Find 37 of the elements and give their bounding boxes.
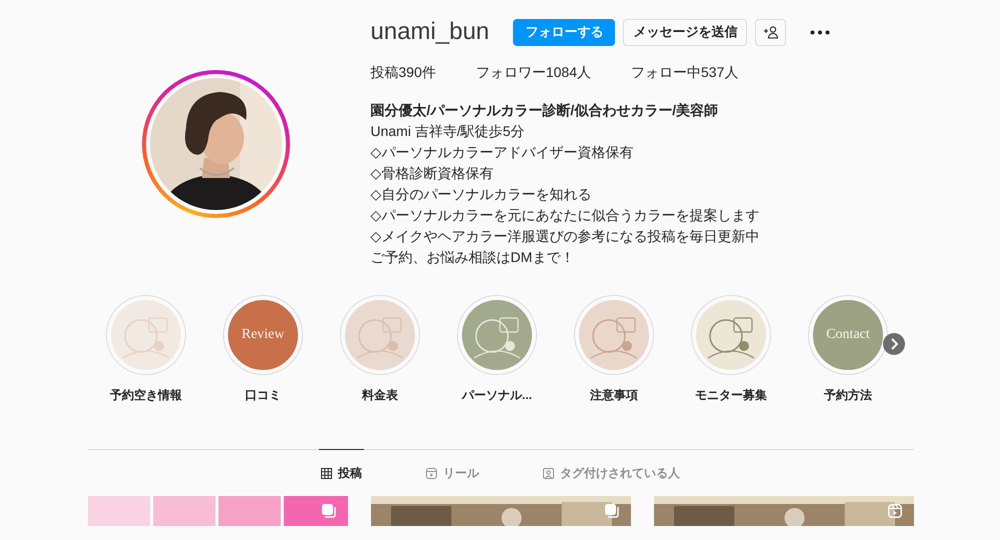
message-button[interactable]: メッセージを送信 <box>623 18 748 46</box>
tag-person-icon <box>543 468 554 478</box>
highlight-label[interactable]: 口コミ <box>245 387 281 404</box>
highlight-cover[interactable] <box>341 296 419 374</box>
multiple-posts-icon <box>322 504 336 518</box>
highlight-label[interactable]: パーソナル... <box>462 387 532 404</box>
username: unami_bun <box>370 18 490 46</box>
highlight-label[interactable]: モニター募集 <box>695 387 767 404</box>
bio-line: ご予約、お悩み相談はDMまで！ <box>370 248 576 267</box>
highlight-label[interactable]: 料金表 <box>362 387 398 404</box>
bio-line: ◇骨格診断資格保有 <box>370 164 494 183</box>
more-icon[interactable] <box>810 30 830 34</box>
reel-icon <box>888 504 902 518</box>
stat-count: 投稿390件 <box>370 64 436 82</box>
highlight-label[interactable]: 注意事項 <box>590 387 638 404</box>
bio-line: ◇自分のパーソナルカラーを知れる <box>370 185 592 204</box>
chevron-right-icon <box>890 338 898 350</box>
stat-count[interactable]: フォロー中537人 <box>631 64 738 82</box>
bio-line: Unami 吉祥寺/駅徒歩5分 <box>370 122 526 141</box>
full-name: 園分優太/パーソナルカラー診断/似合わせカラー/美容師 <box>370 101 720 120</box>
highlight-cover[interactable] <box>458 296 536 374</box>
add-person-icon <box>762 25 779 39</box>
bio-line: ◇パーソナルカラーを元にあなたに似合うカラーを提案します <box>370 206 760 225</box>
bio-line: ◇メイクやヘアカラー洋服選びの参考になる投稿を毎日更新中 <box>370 227 760 246</box>
highlight-cover[interactable] <box>692 296 770 374</box>
highlight-label[interactable]: 予約方法 <box>824 387 872 404</box>
bio-line: ◇パーソナルカラーアドバイザー資格保有 <box>370 143 634 162</box>
next-button[interactable] <box>882 333 904 355</box>
highlight-label[interactable]: 予約空き情報 <box>110 387 182 404</box>
grid-icon <box>321 468 332 478</box>
reel-icon <box>426 468 437 478</box>
multiple-posts-icon <box>604 504 618 518</box>
stat-count[interactable]: フォロワー1084人 <box>476 64 592 82</box>
cover-text: Review <box>242 327 284 343</box>
suggest-button[interactable] <box>755 18 786 46</box>
highlight-cover[interactable] <box>575 296 653 374</box>
cover-text: Contact <box>826 327 870 343</box>
